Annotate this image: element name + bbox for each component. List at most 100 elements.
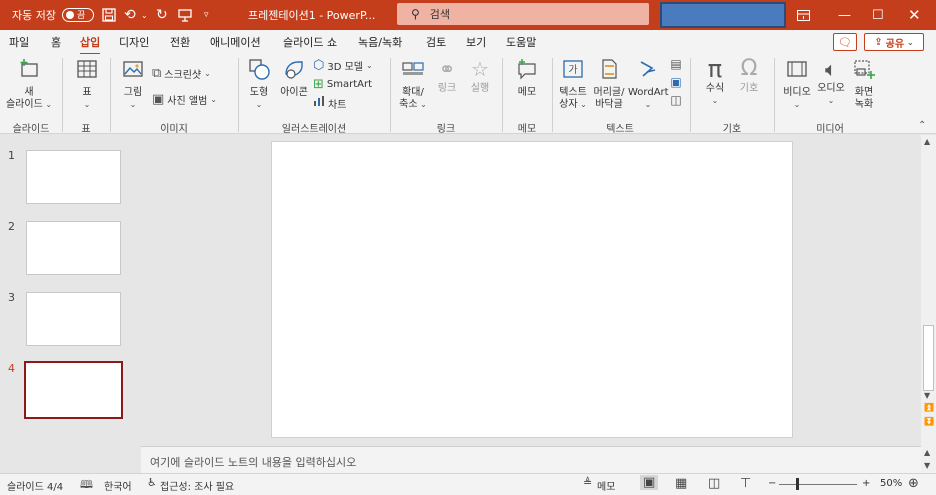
- zoom-in-icon[interactable]: +: [862, 478, 870, 489]
- zoom-button[interactable]: 확대/ 축소 ⌄: [396, 58, 430, 111]
- close-icon[interactable]: ✕: [908, 0, 921, 30]
- fit-slide-icon[interactable]: ⊕: [908, 476, 919, 491]
- wordart-button[interactable]: WordArt ⌄: [628, 58, 669, 111]
- action-button[interactable]: ☆ 실행: [464, 58, 496, 95]
- video-button[interactable]: 비디오 ⌄: [779, 58, 815, 111]
- slideshow-icon[interactable]: ⊤: [740, 476, 751, 491]
- tab-transitions[interactable]: 전환: [170, 34, 190, 50]
- textbox-label-2: 상자: [559, 99, 578, 110]
- zoom-slider-track[interactable]: [779, 484, 857, 485]
- group-label-media: 미디어: [816, 124, 844, 135]
- scroll-up-icon[interactable]: ▲: [924, 448, 930, 457]
- scrollbar-thumb[interactable]: [923, 325, 934, 391]
- notes-toggle-label[interactable]: 메모: [597, 478, 615, 493]
- share-button[interactable]: ⇪ 공유 ⌄: [864, 33, 924, 51]
- photo-album-button[interactable]: ▣ 사진 앨범 ⌄: [152, 92, 217, 107]
- slide-number-active: 4: [8, 362, 15, 375]
- undo-icon[interactable]: ⟲: [124, 0, 136, 30]
- minimize-icon[interactable]: —: [838, 0, 851, 30]
- slide-thumbnail-1[interactable]: [26, 150, 121, 204]
- screenshot-icon: ⧉: [152, 66, 162, 81]
- undo-dropdown-icon[interactable]: ⌄: [141, 0, 148, 30]
- audio-button[interactable]: 🔈︎ 오디오 ⌄: [815, 58, 847, 107]
- tab-insert[interactable]: 삽입: [80, 34, 101, 55]
- autosave-toggle[interactable]: 끔: [62, 8, 94, 22]
- slide-thumbnail-2[interactable]: [26, 221, 121, 275]
- tab-slideshow[interactable]: 슬라이드 쇼: [283, 34, 337, 50]
- scroll-down-icon[interactable]: ▼: [924, 391, 930, 400]
- table-label: 표: [82, 87, 92, 98]
- chevron-down-icon: ⌄: [644, 100, 652, 109]
- notes-scrollbar[interactable]: ▲ ▼: [921, 446, 936, 473]
- equation-button[interactable]: π 수식 ⌄: [700, 57, 730, 107]
- object-button[interactable]: ◫: [669, 94, 683, 106]
- scroll-up-icon[interactable]: ▲: [924, 137, 930, 146]
- tab-animations[interactable]: 애니메이션: [210, 34, 261, 50]
- new-slide-button[interactable]: 새 슬라이드 ⌄: [4, 58, 54, 111]
- chevron-down-icon: ⌄: [42, 100, 53, 109]
- 3d-models-button[interactable]: ⬡ 3D 모델 ⌄: [313, 58, 373, 73]
- notes-pane[interactable]: 여기에 슬라이드 노트의 내용을 입력하십시오: [141, 446, 921, 473]
- zoom-out-icon[interactable]: −: [768, 478, 776, 489]
- spelling-check-icon[interactable]: 🕮︎: [80, 476, 93, 495]
- start-slideshow-icon[interactable]: [178, 0, 192, 30]
- link-button[interactable]: ⚭ 링크: [432, 58, 462, 95]
- smartart-button[interactable]: ⊞ SmartArt: [313, 77, 372, 92]
- header-footer-button[interactable]: 머리글/ 바닥글: [591, 58, 627, 111]
- tab-file[interactable]: 파일: [9, 34, 29, 50]
- accessibility-icon[interactable]: ♿︎: [147, 476, 157, 489]
- ribbon-display-options-icon[interactable]: [797, 0, 810, 30]
- comment-icon: 🗨: [838, 35, 852, 49]
- icons-button[interactable]: 아이콘: [277, 58, 311, 99]
- tab-recording[interactable]: 녹음/녹화: [358, 34, 402, 50]
- search-box[interactable]: ⚲ 검색: [397, 3, 649, 25]
- slide-thumbnail-4[interactable]: [24, 361, 123, 419]
- status-bar: 슬라이드 4/4 🕮︎ 한국어 ♿︎ 접근성: 조사 필요 ≜ 메모 ▣ ▦ ◫…: [0, 473, 936, 495]
- redo-icon[interactable]: ↻: [156, 0, 168, 30]
- chevron-down-icon: ⌄: [907, 37, 914, 47]
- slide-thumbnail-3[interactable]: [26, 292, 121, 346]
- new-comment-button[interactable]: 메모: [508, 58, 546, 99]
- document-title: 프레젠테이션1 - PowerP...: [248, 9, 376, 22]
- picture-icon: [117, 58, 149, 84]
- slide-counter: 슬라이드 4/4: [7, 482, 64, 493]
- date-time-button[interactable]: ▤: [669, 58, 683, 70]
- scroll-down-icon[interactable]: ▼: [924, 461, 930, 470]
- zoom-level[interactable]: 50%: [880, 478, 902, 489]
- user-account-box[interactable]: [660, 2, 786, 28]
- previous-slide-icon[interactable]: ⏫: [924, 403, 934, 412]
- picture-button[interactable]: 그림 ⌄: [117, 58, 149, 111]
- slide-canvas[interactable]: [271, 141, 793, 438]
- tab-home[interactable]: 홈: [51, 34, 61, 50]
- textbox-button[interactable]: 가 텍스트 상자 ⌄: [557, 58, 589, 111]
- collapse-ribbon-icon[interactable]: ⌃: [918, 120, 926, 131]
- symbol-button[interactable]: Ω 기호: [734, 58, 764, 95]
- chart-button[interactable]: 차트: [313, 95, 346, 111]
- notes-icon[interactable]: ≜: [583, 476, 592, 489]
- zoom-slider-knob[interactable]: [796, 478, 799, 490]
- slide-sorter-icon[interactable]: ▦: [675, 476, 687, 491]
- maximize-icon[interactable]: ☐: [872, 0, 884, 30]
- slide-number-button[interactable]: ▣: [669, 76, 683, 88]
- shapes-button[interactable]: 도형 ⌄: [244, 58, 274, 111]
- vertical-scrollbar[interactable]: ▲ ▼ ⏫ ⏬: [921, 135, 936, 446]
- new-slide-label-1: 새: [24, 87, 34, 98]
- accessibility-status[interactable]: 접근성: 조사 필요: [160, 478, 234, 493]
- tab-review[interactable]: 검토: [426, 34, 446, 50]
- save-icon[interactable]: [102, 0, 116, 30]
- tab-help[interactable]: 도움말: [506, 34, 536, 50]
- tab-design[interactable]: 디자인: [119, 34, 149, 50]
- reading-view-icon[interactable]: ◫: [708, 476, 720, 491]
- screen-recording-button[interactable]: 화면 녹화: [848, 58, 880, 111]
- screenshot-button[interactable]: ⧉ 스크린샷 ⌄: [152, 66, 211, 81]
- tab-view[interactable]: 보기: [466, 34, 486, 50]
- chevron-down-icon: ⌄: [417, 100, 427, 109]
- normal-view-icon[interactable]: ▣: [640, 475, 659, 490]
- comments-button[interactable]: 🗨: [833, 33, 857, 51]
- language-indicator[interactable]: 한국어: [104, 478, 132, 493]
- screen-recording-label-1: 화면: [854, 87, 874, 98]
- next-slide-icon[interactable]: ⏬: [924, 417, 934, 426]
- table-button[interactable]: 표 ⌄: [70, 58, 104, 111]
- ribbon-tabs: 파일 홈 삽입 디자인 전환 애니메이션 슬라이드 쇼 녹음/녹화 검토 보기 …: [0, 30, 936, 55]
- customize-qat-icon[interactable]: ▿: [204, 0, 209, 30]
